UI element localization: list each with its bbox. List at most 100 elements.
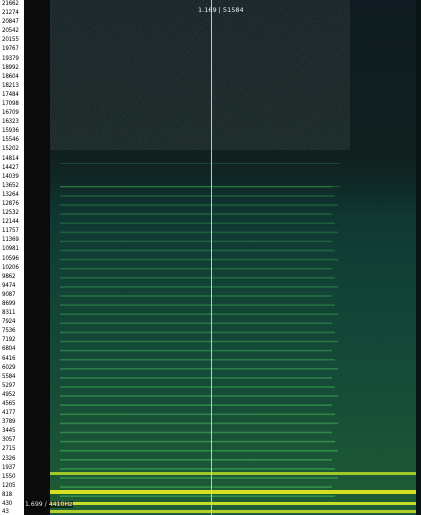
- freq-tick: 9474: [2, 281, 16, 289]
- freq-tick: 15936: [2, 127, 19, 135]
- freq-tick: 11369: [2, 236, 19, 244]
- freq-tick: 1205: [2, 481, 16, 489]
- harmonic-band: [60, 477, 338, 479]
- freq-tick: 3789: [2, 418, 16, 426]
- freq-tick: 20155: [2, 36, 19, 44]
- freq-tick: 4952: [2, 390, 16, 398]
- freq-tick: 818: [2, 490, 13, 498]
- freq-tick: 1550: [2, 472, 16, 480]
- freq-tick: 8311: [2, 309, 16, 316]
- freq-tick: 7192: [2, 336, 16, 344]
- harmonic-band: [60, 186, 340, 187]
- freq-tick: 17098: [2, 100, 19, 107]
- harmonic-band: [60, 204, 338, 206]
- fundamental-band: [50, 510, 421, 513]
- freq-tick: 6804: [2, 345, 16, 353]
- freq-tick: 20542: [2, 27, 19, 35]
- harmonic-band: [60, 449, 338, 452]
- fundamental-band: [50, 490, 421, 494]
- harmonic-band: [60, 277, 335, 279]
- harmonic-band: [60, 249, 335, 252]
- harmonic-band: [60, 267, 332, 270]
- position-readout: 1.699 / 4410Hz: [24, 501, 74, 508]
- freq-tick: 15546: [2, 136, 19, 144]
- freq-tick: 2715: [2, 445, 16, 453]
- fundamental-band: [50, 472, 421, 475]
- freq-tick: 10981: [2, 245, 19, 253]
- harmonic-band: [60, 358, 335, 361]
- harmonic-band: [60, 377, 332, 379]
- freq-tick: 19379: [2, 54, 19, 62]
- freq-tick: 8699: [2, 299, 16, 307]
- harmonic-band: [60, 368, 338, 370]
- harmonic-band: [60, 222, 335, 224]
- harmonic-band: [60, 349, 332, 352]
- freq-tick: 14039: [2, 172, 19, 180]
- freq-tick: 9862: [2, 272, 16, 280]
- freq-tick: 18604: [2, 72, 19, 80]
- freq-tick: 15202: [2, 145, 19, 153]
- freq-tick: 12144: [2, 218, 19, 226]
- harmonic-band: [60, 304, 335, 306]
- freq-tick: 10596: [2, 254, 19, 262]
- harmonic-band: [60, 404, 332, 406]
- freq-tick: 43: [2, 508, 9, 515]
- freq-tick: 4177: [2, 409, 16, 416]
- harmonic-band: [60, 413, 335, 416]
- harmonic-band: [60, 468, 335, 470]
- freq-tick: 5584: [2, 372, 16, 380]
- freq-tick: 14427: [2, 163, 19, 171]
- harmonic-band: [60, 486, 332, 488]
- freq-tick: 11757: [2, 227, 19, 235]
- freq-tick: 2326: [2, 454, 16, 462]
- freq-tick: 13652: [2, 181, 19, 189]
- freq-tick: 17484: [2, 90, 19, 98]
- freq-tick: 6029: [2, 363, 16, 371]
- harmonic-band: [60, 295, 332, 297]
- scroll-edge: [416, 0, 421, 515]
- freq-tick: 430: [2, 499, 13, 507]
- freq-tick: 7924: [2, 318, 16, 326]
- freq-tick: 12876: [2, 200, 19, 207]
- freq-tick: 18213: [2, 81, 19, 89]
- harmonic-band: [60, 459, 332, 461]
- freq-tick: 19767: [2, 45, 19, 53]
- harmonic-band: [60, 322, 332, 325]
- harmonic-band: [60, 331, 335, 334]
- freq-tick: 10206: [2, 263, 19, 271]
- harmonic-band: [60, 258, 338, 261]
- harmonic-band: [60, 240, 332, 243]
- harmonic-band: [60, 495, 335, 497]
- freq-tick: 1937: [2, 463, 16, 471]
- freq-tick: 20847: [2, 18, 19, 26]
- harmonic-band: [60, 163, 340, 164]
- cursor-label: 1.169 | 51584: [198, 6, 244, 14]
- freq-tick: 16709: [2, 109, 19, 117]
- harmonic-band: [60, 286, 338, 288]
- harmonic-band: [60, 386, 335, 388]
- freq-tick: 7536: [2, 327, 16, 335]
- frequency-axis: 21662 21274 20847 20542 20155 19767 19379 18992…: [0, 0, 24, 515]
- axis-rule: [24, 0, 50, 515]
- freq-tick: 5297: [2, 381, 16, 389]
- fundamental-band: [50, 502, 421, 505]
- freq-tick: 21274: [2, 9, 19, 17]
- harmonic-band: [60, 213, 332, 215]
- playback-cursor[interactable]: [211, 0, 212, 515]
- harmonic-band: [60, 231, 338, 234]
- freq-tick: 4565: [2, 399, 16, 407]
- harmonic-band: [60, 340, 338, 343]
- freq-tick: 16323: [2, 118, 19, 126]
- harmonic-band: [60, 395, 338, 397]
- harmonic-band: [60, 422, 338, 425]
- spectrogram-view[interactable]: [50, 0, 421, 515]
- freq-tick: 18992: [2, 63, 19, 71]
- freq-tick: 12532: [2, 209, 19, 217]
- freq-tick: 9087: [2, 290, 16, 298]
- harmonic-band: [60, 313, 338, 315]
- noise-texture: [50, 0, 350, 150]
- freq-tick: 3057: [2, 436, 16, 444]
- freq-tick: 13264: [2, 190, 19, 198]
- harmonic-band: [60, 195, 335, 197]
- harmonic-band: [60, 440, 335, 443]
